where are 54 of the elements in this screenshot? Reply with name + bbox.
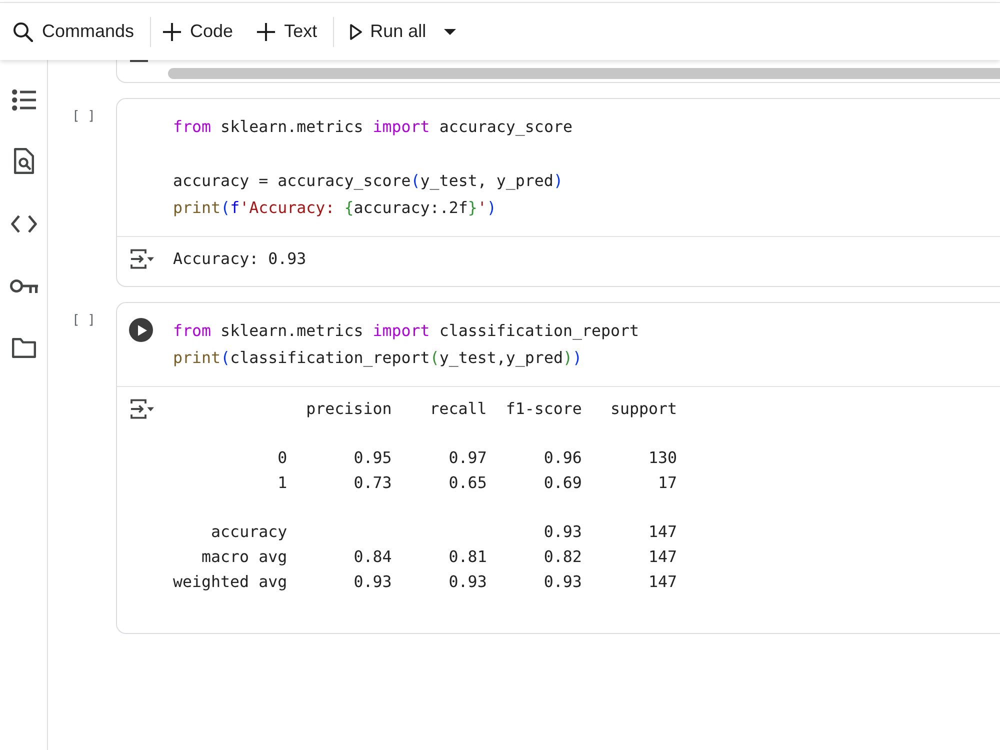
table-cell-text: 0.95 (354, 447, 392, 470)
table-cell-text: 147 (648, 546, 678, 568)
plus-icon (257, 22, 276, 40)
column-header: f1-score (506, 398, 582, 420)
play-icon (138, 324, 146, 336)
table-cell-text: 0.69 (544, 472, 582, 494)
table-cell-text: 0.93 (354, 570, 392, 593)
row-label: accuracy (211, 521, 288, 544)
table-cell-text: 0.81 (448, 546, 487, 568)
table-cell-text: 147 (648, 521, 678, 544)
table-cell-text: 17 (658, 472, 678, 494)
table-cell-text: 0.93 (448, 570, 487, 593)
output-menu-icon[interactable] (130, 248, 154, 269)
plus-icon (163, 22, 182, 40)
folder-icon[interactable] (12, 338, 36, 358)
row-label: 1 (278, 472, 288, 494)
play-icon (350, 24, 362, 40)
column-header: support (610, 398, 678, 420)
output-menu-icon[interactable] (130, 399, 154, 419)
execution-count: [ ] (72, 109, 96, 124)
document-search-icon[interactable] (14, 148, 34, 174)
code-icon[interactable] (10, 215, 36, 233)
execution-count: [ ] (72, 312, 96, 328)
table-cell-text: 0.93 (544, 521, 582, 544)
table-cell-text: 0.65 (448, 472, 487, 494)
table-cell-text: 147 (648, 570, 678, 593)
code-line: accuracy = accuracy_score(y_test, y_pred) (173, 170, 563, 192)
code-line: from sklearn.metrics import classification_report (173, 320, 640, 342)
row-label: weighted avg (172, 570, 288, 593)
table-cell-text: 0.93 (544, 570, 582, 593)
output-text: Accuracy: 0.93 (173, 248, 306, 270)
run-all-button[interactable]: Run all (338, 14, 434, 50)
column-header: precision (306, 398, 392, 420)
table-cell-text: 0.97 (448, 447, 487, 470)
scrollbar-thumb[interactable] (168, 68, 1000, 79)
code-line: from sklearn.metrics import accuracy_score (173, 116, 572, 138)
add-button[interactable]: Text (249, 14, 326, 50)
key-icon[interactable] (10, 279, 38, 295)
table-cell-text: 0.82 (544, 546, 582, 568)
table-cell-text: 130 (648, 447, 678, 470)
run-cell-button[interactable] (129, 318, 153, 342)
table-cell-text: 0.84 (354, 546, 392, 568)
code-line: print(f'Accuracy: {accuracy:.2f}') (173, 197, 496, 219)
caret-icon (444, 28, 456, 34)
add-button[interactable]: Code (155, 14, 242, 50)
row-label: macro avg (202, 546, 288, 568)
code-line: print(classification_report(y_test,y_pred)) (173, 346, 582, 369)
column-header: recall (430, 398, 487, 420)
command-search-button[interactable]: Commands (5, 14, 142, 50)
table-cell-text: 0.73 (354, 472, 392, 494)
row-label: 0 (278, 447, 288, 470)
search-icon (13, 22, 33, 42)
list-icon[interactable] (12, 89, 36, 111)
table-cell-text: 0.96 (544, 447, 582, 470)
